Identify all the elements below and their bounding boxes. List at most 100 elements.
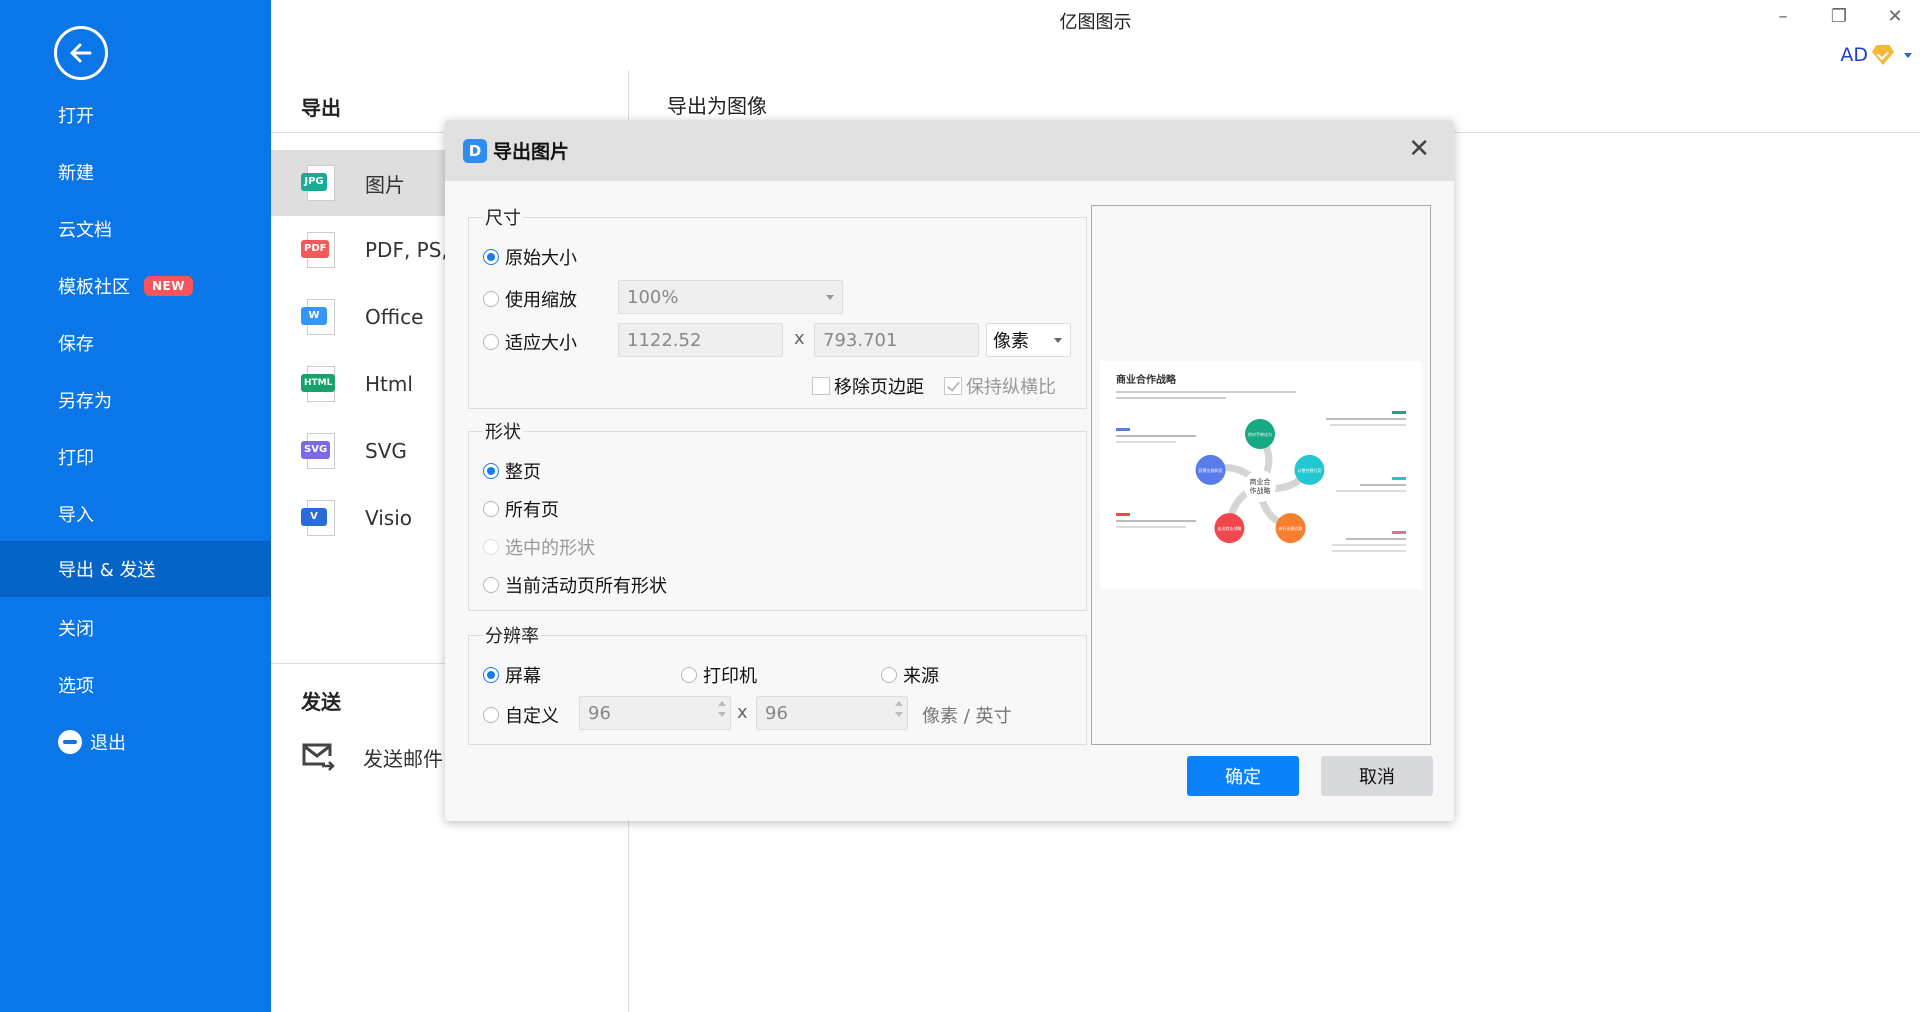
sidebar-item-label: 选项 <box>58 676 94 697</box>
remove-margin-checkbox[interactable]: 移除页边距 <box>812 373 924 399</box>
radio-button[interactable] <box>881 667 897 683</box>
preview-legend-bar <box>1392 477 1406 480</box>
sidebar-item-label: 退出 <box>90 733 126 754</box>
radio-button[interactable] <box>681 667 697 683</box>
send-email-item[interactable]: 发送邮件 <box>301 742 443 772</box>
sidebar-item-new[interactable]: 新建 <box>0 144 271 200</box>
restore-icon[interactable]: ❐ <box>1828 6 1850 27</box>
checkbox[interactable] <box>812 377 830 395</box>
jpg-file-icon: JPG <box>301 165 337 201</box>
sidebar-item-label: 打印 <box>58 448 94 469</box>
times-separator: x <box>794 328 805 349</box>
sidebar-item-export-send[interactable]: 导出 & 发送 <box>0 541 271 597</box>
sidebar-item-options[interactable]: 选项 <box>0 657 271 713</box>
preview-text-line <box>1116 435 1196 437</box>
arrow-left-icon <box>70 43 92 63</box>
sidebar-item-label: 云文档 <box>58 220 112 241</box>
radio-button[interactable] <box>483 291 499 307</box>
dpi-x-spinner[interactable]: 96 <box>579 696 731 730</box>
preview-text-line <box>1332 550 1406 552</box>
window-controls: – ❐ ✕ <box>1772 6 1906 27</box>
preview-node-label: 以整合替代竞 <box>1297 467 1321 473</box>
preview-node-label: 获得业绩和竞 <box>1199 467 1223 473</box>
radio-use-zoom[interactable]: 使用缩放 <box>483 286 577 312</box>
zoom-select[interactable]: 100% <box>618 280 843 314</box>
ok-button[interactable]: 确定 <box>1187 756 1299 796</box>
radio-original-size[interactable]: 原始大小 <box>483 244 577 270</box>
radio-current-page-shapes[interactable]: 当前活动页所有形状 <box>483 572 667 598</box>
radio-button[interactable] <box>483 707 499 723</box>
radio-printer[interactable]: 打印机 <box>681 662 757 688</box>
radio-button[interactable] <box>483 539 499 555</box>
preview-text-line <box>1332 544 1406 546</box>
radio-custom[interactable]: 自定义 <box>483 702 559 728</box>
radio-screen[interactable]: 屏幕 <box>483 662 541 688</box>
preview-text-line <box>1336 490 1406 492</box>
user-account[interactable]: AD <box>1840 44 1912 66</box>
sidebar-item-exit[interactable]: 退出 <box>0 714 271 770</box>
dialog-header: D 导出图片 ✕ <box>445 120 1454 181</box>
vip-diamond-icon <box>1872 45 1894 65</box>
spinner-arrows-icon[interactable] <box>718 701 726 717</box>
sidebar-item-open[interactable]: 打开 <box>0 87 271 143</box>
visio-file-icon: V <box>301 500 337 536</box>
times-separator: x <box>737 702 748 723</box>
radio-button[interactable] <box>483 249 499 265</box>
preview-legend-bar <box>1116 428 1130 431</box>
spinner-arrows-icon[interactable] <box>895 701 903 717</box>
chevron-down-icon <box>826 295 834 300</box>
radio-label: 使用缩放 <box>505 290 577 311</box>
radio-all-pages[interactable]: 所有页 <box>483 496 559 522</box>
sidebar: 打开 新建 云文档 模板社区 NEW 保存 另存为 打印 导入 导出 & 发送 … <box>0 0 271 1012</box>
resolution-group: 分辨率 屏幕 打印机 来源 自定义 96 x 96 像素 / 英寸 <box>468 622 1087 745</box>
preview-node-label: 走出商业战略 <box>1217 525 1241 531</box>
radio-button[interactable] <box>483 501 499 517</box>
checkbox[interactable] <box>944 377 962 395</box>
radio-button[interactable] <box>483 334 499 350</box>
radio-fit-size[interactable]: 适应大小 <box>483 329 577 355</box>
sidebar-item-import[interactable]: 导入 <box>0 486 271 542</box>
radio-label: 屏幕 <box>505 666 541 687</box>
preview-center-label: 商业合 <box>1250 477 1271 486</box>
radio-label: 所有页 <box>505 500 559 521</box>
sidebar-item-template-community[interactable]: 模板社区 NEW <box>0 258 271 314</box>
unit-select[interactable]: 像素 <box>986 323 1071 357</box>
caret-down-icon <box>1904 52 1912 58</box>
minus-circle-icon <box>58 730 82 754</box>
preview-text-line <box>1116 391 1296 393</box>
preview-text-line <box>1360 484 1406 486</box>
cancel-button[interactable]: 取消 <box>1321 756 1433 796</box>
width-input[interactable] <box>618 323 783 357</box>
dpi-unit-label: 像素 / 英寸 <box>922 706 1012 727</box>
shape-group: 形状 整页 所有页 选中的形状 当前活动页所有形状 <box>468 418 1087 611</box>
radio-label: 原始大小 <box>505 248 577 269</box>
sidebar-item-close[interactable]: 关闭 <box>0 600 271 656</box>
keep-ratio-checkbox[interactable]: 保持纵横比 <box>944 373 1056 399</box>
radio-button[interactable] <box>483 667 499 683</box>
close-icon[interactable]: ✕ <box>1408 136 1430 162</box>
sidebar-item-label: 新建 <box>58 163 94 184</box>
dpi-y-spinner[interactable]: 96 <box>756 696 908 730</box>
back-button[interactable] <box>54 26 108 80</box>
preview-text-line <box>1116 520 1196 522</box>
sidebar-item-cloud-docs[interactable]: 云文档 <box>0 201 271 257</box>
radio-selected-shapes[interactable]: 选中的形状 <box>483 534 595 560</box>
user-initials: AD <box>1840 44 1868 66</box>
close-icon[interactable]: ✕ <box>1884 6 1906 27</box>
radio-button[interactable] <box>483 577 499 593</box>
radio-label: 选中的形状 <box>505 538 595 559</box>
sidebar-item-save-as[interactable]: 另存为 <box>0 372 271 428</box>
radio-button[interactable] <box>483 463 499 479</box>
minimize-icon[interactable]: – <box>1772 6 1794 27</box>
sidebar-item-print[interactable]: 打印 <box>0 429 271 485</box>
sidebar-item-label: 关闭 <box>58 619 94 640</box>
preview-legend-bar <box>1392 411 1406 414</box>
height-input[interactable] <box>814 323 979 357</box>
checkbox-label: 保持纵横比 <box>966 377 1056 398</box>
sidebar-item-label: 保存 <box>58 334 94 355</box>
radio-whole-page[interactable]: 整页 <box>483 458 541 484</box>
radio-source[interactable]: 来源 <box>881 662 939 688</box>
send-email-label: 发送邮件 <box>363 746 443 771</box>
checkbox-label: 移除页边距 <box>834 377 924 398</box>
sidebar-item-save[interactable]: 保存 <box>0 315 271 371</box>
